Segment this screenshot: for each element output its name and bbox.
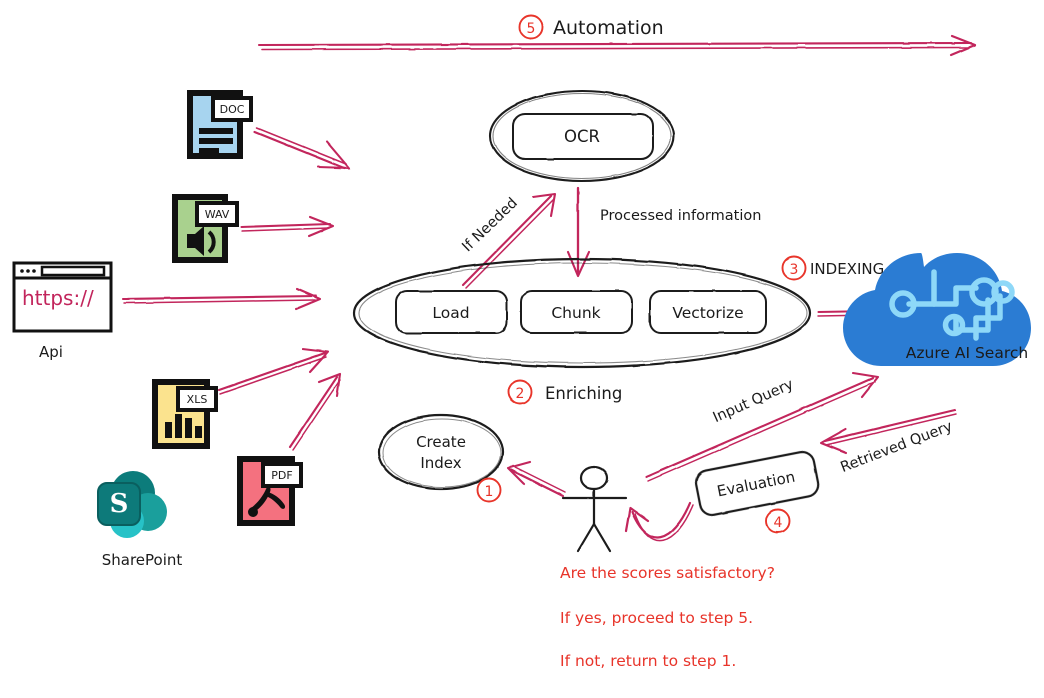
processed-information-label: Processed information [600, 208, 761, 224]
note-line-2: If yes, proceed to step 5. [560, 609, 753, 627]
evaluation-label: Evaluation [715, 468, 796, 501]
arrow-pdf-to-enrichment [288, 372, 342, 451]
arrow-person-to-create-index [506, 460, 566, 498]
user-stick-figure [561, 465, 628, 553]
source-icon-wav: WAV [172, 194, 239, 263]
source-icon-sharepoint: S [97, 471, 167, 538]
retrieved-query-label: Retrieved Query [838, 418, 955, 475]
stage-label-load: Load [432, 304, 469, 322]
diagram-svg: OCR If Needed Processed information Load… [12, 14, 1031, 670]
create-index-label-line1: Create [416, 433, 466, 451]
step-badge-3-number: 3 [790, 262, 799, 278]
if-needed-label: If Needed [459, 195, 520, 255]
step-badge-2-number: 2 [516, 386, 525, 402]
stage-label-chunk: Chunk [551, 304, 600, 322]
sharepoint-s-glyph: S [110, 489, 129, 519]
arrow-api-to-enrichment [121, 287, 322, 311]
step-badge-1-number: 1 [485, 484, 494, 500]
note-line-1: Are the scores satisfactory? [560, 564, 775, 582]
stage-label-vectorize: Vectorize [672, 304, 743, 322]
step-badge-4-number: 4 [774, 515, 783, 531]
automation-label: Automation [553, 17, 664, 39]
source-icon-pdf: PDF [237, 456, 303, 526]
source-badge-doc: DOC [220, 103, 245, 116]
source-badge-api: https:// [22, 286, 94, 310]
step-badge-5-number: 5 [527, 21, 536, 37]
arrow-xls-to-enrichment [217, 347, 330, 395]
source-label-sharepoint: SharePoint [102, 551, 183, 569]
source-icon-api: https:// [12, 261, 113, 333]
arrow-wav-to-enrichment [239, 215, 335, 238]
diagram-canvas: OCR If Needed Processed information Load… [0, 0, 1044, 698]
note-line-3: If not, return to step 1. [560, 652, 736, 670]
source-icon-doc: DOC [187, 90, 253, 159]
azure-ai-search-label: Azure AI Search [906, 344, 1028, 362]
source-icon-xls: XLS [152, 379, 218, 449]
arrow-evaluation-feedback [624, 501, 694, 542]
source-badge-xls: XLS [187, 393, 208, 406]
source-badge-pdf: PDF [271, 469, 292, 482]
source-label-api: Api [39, 343, 63, 361]
input-query-label: Input Query [711, 376, 797, 426]
ocr-label: OCR [564, 127, 600, 146]
source-badge-wav: WAV [205, 208, 230, 221]
create-index-label-line2: Index [420, 454, 461, 472]
indexing-label: INDEXING [810, 260, 884, 278]
arrow-doc-to-enrichment [253, 127, 351, 170]
enriching-label: Enriching [545, 384, 622, 403]
create-index-ellipse [377, 413, 505, 491]
